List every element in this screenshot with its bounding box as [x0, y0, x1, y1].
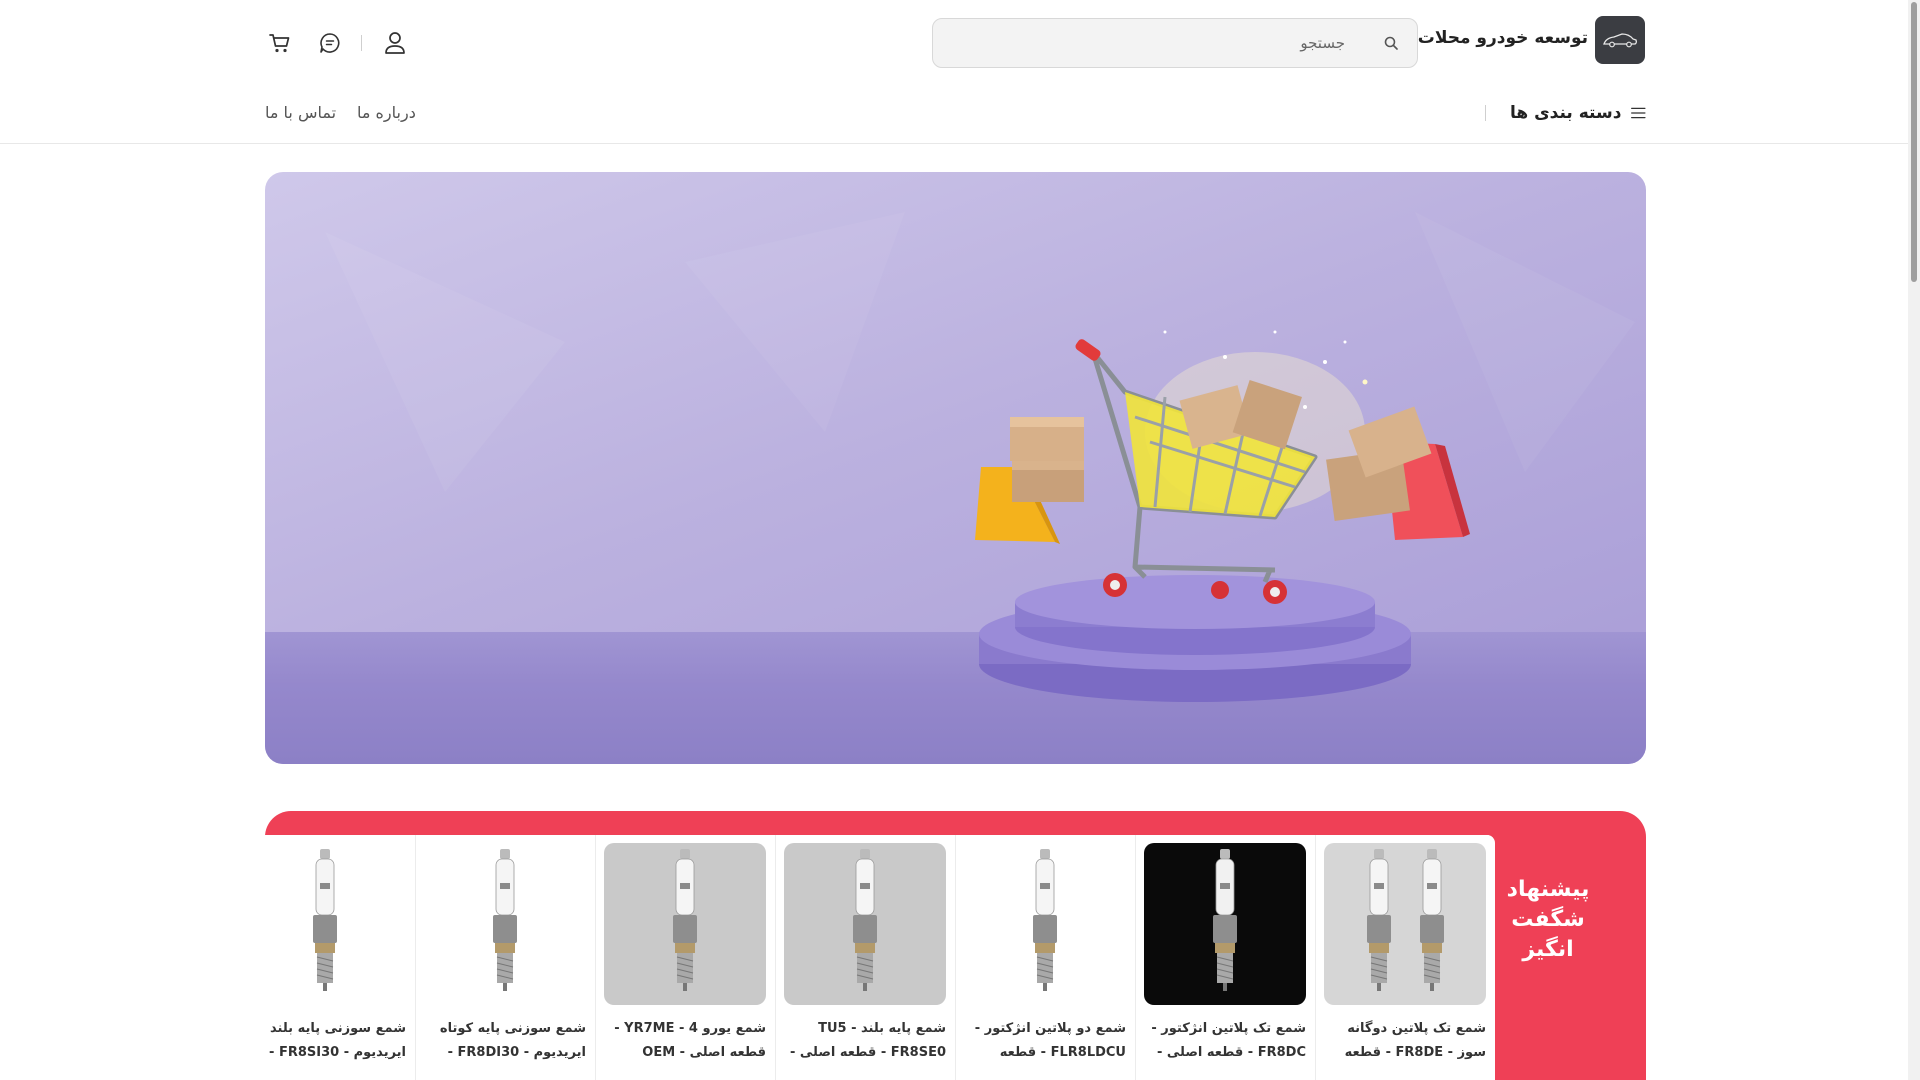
- header-divider: [361, 35, 362, 51]
- product-card[interactable]: شمع یورو 4 - YR7ME - قطعه اصلی - OEM: [595, 835, 773, 1080]
- spark-plug-icon: [1367, 849, 1444, 991]
- chat-icon[interactable]: [317, 30, 343, 56]
- product-name[interactable]: شمع یورو 4 - YR7ME - قطعه اصلی - OEM: [604, 1017, 766, 1065]
- nav-link-contact[interactable]: تماس با ما: [265, 103, 336, 122]
- spark-plug-icon: [1033, 849, 1057, 991]
- product-image[interactable]: [604, 843, 766, 1005]
- product-image[interactable]: [964, 843, 1126, 1005]
- amazing-offers-title[interactable]: پیشنهاد شگفت انگیز: [1498, 875, 1598, 965]
- page-scrollbar[interactable]: [1908, 0, 1920, 1080]
- product-image[interactable]: [424, 843, 586, 1005]
- product-name[interactable]: شمع سوزنی پایه کوتاه ایریدیوم - FR8DI30 …: [424, 1017, 586, 1065]
- user-icon[interactable]: [382, 30, 408, 56]
- spark-plug-icon: [1213, 849, 1237, 991]
- search-icon: [1384, 36, 1398, 50]
- product-card[interactable]: شمع دو پلاتین انژکتور - FLR8LDCU - قطعه …: [955, 835, 1133, 1080]
- product-card[interactable]: شمع سوزنی پایه بلند ایریدیوم - FR8SI30 -…: [265, 835, 413, 1080]
- hero-banner[interactable]: [265, 172, 1646, 764]
- spark-plug-icon: [493, 849, 517, 991]
- product-card[interactable]: شمع سوزنی پایه کوتاه ایریدیوم - FR8DI30 …: [415, 835, 593, 1080]
- spark-plug-icon: [313, 849, 337, 991]
- categories-menu[interactable]: دسته بندی ها: [1510, 98, 1646, 128]
- site-header: توسعه خودرو محلات دسته بندی ها: [0, 0, 1908, 144]
- search-box[interactable]: [932, 18, 1418, 68]
- nav-link-about[interactable]: درباره ما: [357, 103, 416, 122]
- product-image[interactable]: [784, 843, 946, 1005]
- offers-carousel[interactable]: شمع تک پلاتین دوگانه سوز - FR8DE - قطعه …: [265, 835, 1495, 1080]
- spark-plug-icon: [853, 849, 877, 991]
- product-card[interactable]: شمع تک پلاتین انژکتور - FR8DC - قطعه اصل…: [1135, 835, 1313, 1080]
- offers-title-line: شگفت: [1511, 907, 1585, 932]
- product-name[interactable]: شمع تک پلاتین انژکتور - FR8DC - قطعه اصل…: [1144, 1017, 1306, 1065]
- cart-icon[interactable]: [267, 30, 293, 56]
- offers-title-line: انگیز: [1522, 937, 1574, 962]
- menu-icon: [1631, 107, 1646, 119]
- offers-title-line: پیشنهاد: [1506, 877, 1590, 902]
- site-brand-name[interactable]: توسعه خودرو محلات: [1418, 28, 1588, 48]
- product-name[interactable]: شمع سوزنی پایه بلند ایریدیوم - FR8SI30 -…: [265, 1017, 406, 1065]
- product-image[interactable]: [1144, 843, 1306, 1005]
- search-input[interactable]: [945, 19, 1345, 67]
- product-name[interactable]: شمع پایه بلند TU5 - FR8SE0 - قطعه اصلی -…: [784, 1017, 946, 1065]
- car-logo-icon[interactable]: [1595, 16, 1645, 64]
- categories-label: دسته بندی ها: [1510, 103, 1622, 123]
- shopping-cart-illustration: [325, 212, 1635, 702]
- nav-divider: [1485, 105, 1486, 121]
- product-card[interactable]: شمع تک پلاتین دوگانه سوز - FR8DE - قطعه …: [1315, 835, 1493, 1080]
- product-name[interactable]: شمع تک پلاتین دوگانه سوز - FR8DE - قطعه …: [1324, 1017, 1486, 1065]
- spark-plug-icon: [673, 849, 697, 991]
- amazing-offers-section: پیشنهاد شگفت انگیز شمع تک پلاتین دوگانه …: [265, 811, 1646, 1080]
- scrollbar-thumb[interactable]: [1911, 2, 1917, 282]
- product-card[interactable]: شمع پایه بلند TU5 - FR8SE0 - قطعه اصلی -…: [775, 835, 953, 1080]
- product-image[interactable]: [265, 843, 406, 1005]
- product-image[interactable]: [1324, 843, 1486, 1005]
- product-name[interactable]: شمع دو پلاتین انژکتور - FLR8LDCU - قطعه …: [964, 1017, 1126, 1065]
